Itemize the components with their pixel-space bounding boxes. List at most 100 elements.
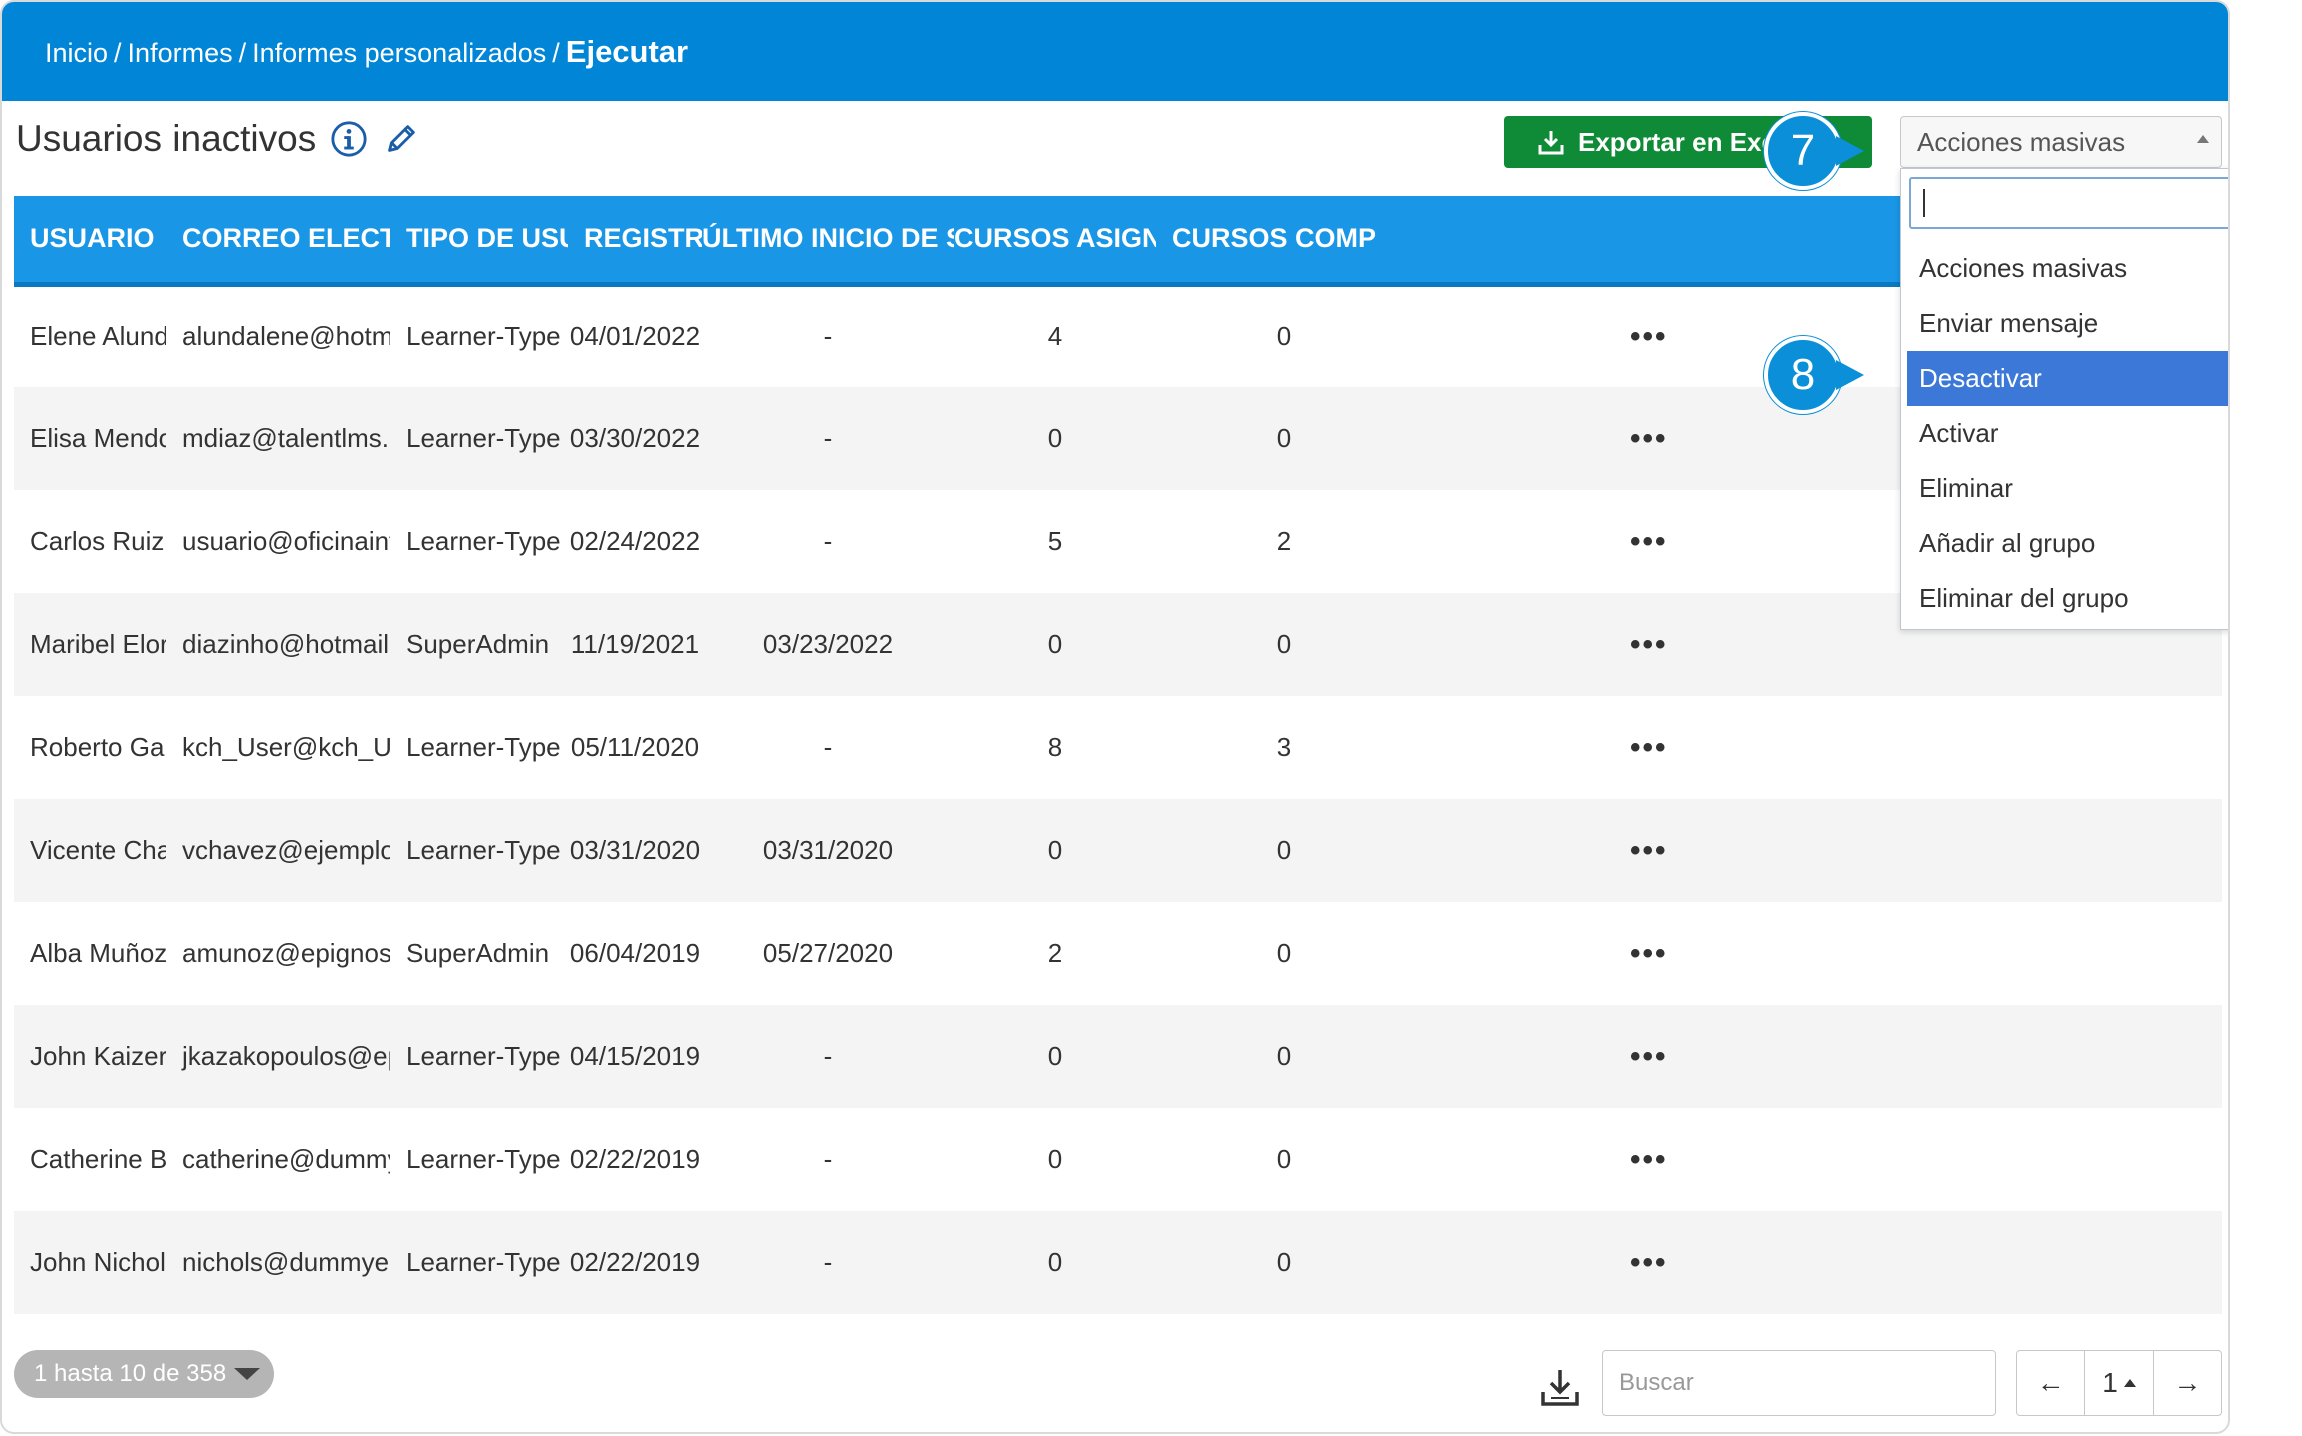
download-icon [1538, 131, 1564, 155]
table-row[interactable]: Elene Alunda alundalene@hotmail... Learner… [14, 284, 2222, 387]
cell-user-type: Learner-Type [406, 1247, 561, 1277]
cell-user-type: Learner-Type [406, 1144, 561, 1174]
column-header-completed-courses[interactable]: CURSOS COMP [1156, 196, 1412, 287]
cell-completed-courses: 3 [1276, 732, 1292, 762]
cell-user-type: Learner-Type [406, 1041, 561, 1071]
cell-email: vchavez@ejemplo.es [182, 835, 390, 865]
more-options-icon[interactable]: ••• [1630, 422, 1668, 455]
cell-last-login: 05/27/2020 [762, 938, 894, 968]
cell-completed-courses: 0 [1276, 1041, 1292, 1071]
cell-user: Elisa Mendoza [30, 423, 166, 453]
breadcrumb-separator: / [238, 38, 247, 68]
prev-page-button[interactable]: ← [2017, 1351, 2086, 1415]
more-options-icon[interactable]: ••• [1630, 1246, 1668, 1279]
dropdown-option[interactable]: Activar [1907, 406, 2228, 461]
dropdown-option[interactable]: Añadir al grupo [1907, 516, 2228, 571]
table-row[interactable]: Vicente Chavez vchavez@ejemplo.es Learner-… [14, 799, 2222, 902]
cell-completed-courses: 0 [1276, 1144, 1292, 1174]
cell-user: Roberto Garcia [30, 732, 166, 762]
breadcrumb-custom-reports[interactable]: Informes personalizados [252, 38, 546, 68]
cell-email: alundalene@hotmail... [182, 321, 390, 352]
cell-registration: 06/04/2019 [569, 938, 701, 968]
cell-assigned-courses: 4 [1047, 321, 1063, 352]
column-header-last-login[interactable]: ÚLTIMO INICIO DE SESIÓN [702, 196, 954, 287]
breadcrumb-home[interactable]: Inicio [45, 38, 108, 68]
more-options-icon[interactable]: ••• [1630, 1040, 1668, 1073]
info-icon[interactable] [330, 120, 368, 158]
cell-registration: 04/01/2022 [569, 321, 701, 352]
table-row[interactable]: Alba Muñoz amunoz@epignosishq... SuperAdmi… [14, 902, 2222, 1005]
dropdown-option[interactable]: Eliminar del grupo [1907, 571, 2228, 626]
cell-last-login: 03/31/2020 [762, 835, 894, 865]
cell-completed-courses: 2 [1276, 526, 1292, 556]
table-row[interactable]: Carlos Ruiz usuario@oficinaint... Learner-… [14, 490, 2222, 593]
download-icon[interactable] [1538, 1366, 1582, 1410]
cell-registration: 11/19/2021 [570, 629, 700, 659]
dropdown-option[interactable]: Desactivar [1907, 351, 2228, 406]
cell-assigned-courses: 0 [1047, 629, 1063, 659]
column-header-registration[interactable]: REGISTRO [568, 196, 702, 287]
cell-completed-courses: 0 [1276, 1247, 1292, 1277]
more-options-icon[interactable]: ••• [1630, 628, 1668, 661]
table-row[interactable]: Catherine Blaine catherine@dummyema... Lea… [14, 1108, 2222, 1211]
table-row[interactable]: Roberto Garcia kch_User@kch_User.... Learn… [14, 696, 2222, 799]
dropdown-option[interactable]: Enviar mensaje [1907, 296, 2228, 351]
table-row[interactable]: John Kaizer jkazakopoulos@epig... Learner-… [14, 1005, 2222, 1108]
dropdown-option[interactable]: Eliminar [1907, 461, 2228, 516]
table-row[interactable]: John Nichols nichols@dummyemail... Learner… [14, 1211, 2222, 1314]
more-options-icon[interactable]: ••• [1630, 937, 1668, 970]
cell-assigned-courses: 0 [1047, 1247, 1063, 1277]
cell-actions: ••• [1412, 1005, 2222, 1108]
mass-actions-select[interactable]: Acciones masivas [1900, 116, 2222, 168]
cell-email: mdiaz@talentlms.co... [182, 423, 390, 453]
table-row[interactable]: Elisa Mendoza mdiaz@talentlms.co... Learne… [14, 387, 2222, 490]
cell-assigned-courses: 5 [1047, 526, 1063, 556]
top-bar: Inicio / Informes / Informes personalizados /… [2, 2, 2228, 101]
column-header-assigned-courses[interactable]: CURSOS ASIGNADOS [954, 196, 1156, 287]
cell-email: catherine@dummyema... [182, 1144, 390, 1174]
marker-pointer [1836, 360, 1864, 390]
pencil-icon[interactable] [382, 120, 420, 158]
more-options-icon[interactable]: ••• [1630, 1143, 1668, 1176]
cell-user: Carlos Ruiz [30, 526, 165, 556]
column-header-user[interactable]: USUARIO [14, 196, 166, 287]
cell-last-login: - [823, 526, 833, 556]
breadcrumb-reports[interactable]: Informes [128, 38, 233, 68]
next-page-button[interactable]: → [2154, 1351, 2221, 1415]
results-count-dropdown[interactable]: 1 hasta 10 de 358 [14, 1350, 274, 1398]
more-options-icon[interactable]: ••• [1630, 320, 1668, 353]
dropdown-search-input[interactable] [1909, 177, 2228, 229]
cell-registration: 04/15/2019 [569, 1041, 701, 1071]
cell-registration: 02/22/2019 [569, 1247, 701, 1277]
caret-up-icon [2197, 135, 2209, 143]
more-options-icon[interactable]: ••• [1630, 834, 1668, 867]
cell-user: Maribel Elorza [30, 629, 166, 659]
page-gutter [2230, 0, 2302, 1436]
column-header-user-type[interactable]: TIPO DE USUARIO [390, 196, 568, 287]
cell-actions: ••• [1412, 1108, 2222, 1211]
registration-header-label: REGISTRO [584, 223, 702, 254]
cell-registration: 02/24/2022 [569, 526, 701, 556]
cell-last-login: - [823, 1247, 833, 1277]
step-number: 8 [1790, 350, 1816, 399]
cell-last-login: 03/23/2022 [762, 629, 894, 659]
dropdown-option[interactable]: Acciones masivas [1907, 241, 2228, 296]
column-header-email[interactable]: CORREO ELECTRÓNICO [166, 196, 390, 287]
page-select[interactable]: 1 [2085, 1351, 2154, 1415]
table-header-row: USUARIO CORREO ELECTRÓNICO TIPO DE USUAR… [14, 196, 2222, 287]
marker-pointer [1836, 136, 1864, 166]
cell-actions: ••• [1412, 799, 2222, 902]
mass-actions-dropdown: Acciones masivas Enviar mensaje Desactivar… [1900, 168, 2228, 630]
cell-actions: ••• [1412, 1211, 2222, 1314]
cell-user-type: SuperAdmin [406, 629, 550, 659]
table-row[interactable]: Maribel Elorza diazinho@hotmail.c... Super… [14, 593, 2222, 696]
cell-email: diazinho@hotmail.c... [182, 629, 390, 659]
table-search-input[interactable]: Buscar [1602, 1350, 1996, 1416]
caret-down-icon [234, 1368, 261, 1380]
more-options-icon[interactable]: ••• [1630, 525, 1668, 558]
cell-assigned-courses: 0 [1047, 423, 1063, 453]
more-options-icon[interactable]: ••• [1630, 731, 1668, 764]
cell-registration: 05/11/2020 [570, 732, 700, 762]
cell-user-type: Learner-Type [406, 732, 561, 762]
page-title: Usuarios inactivos [16, 118, 317, 159]
